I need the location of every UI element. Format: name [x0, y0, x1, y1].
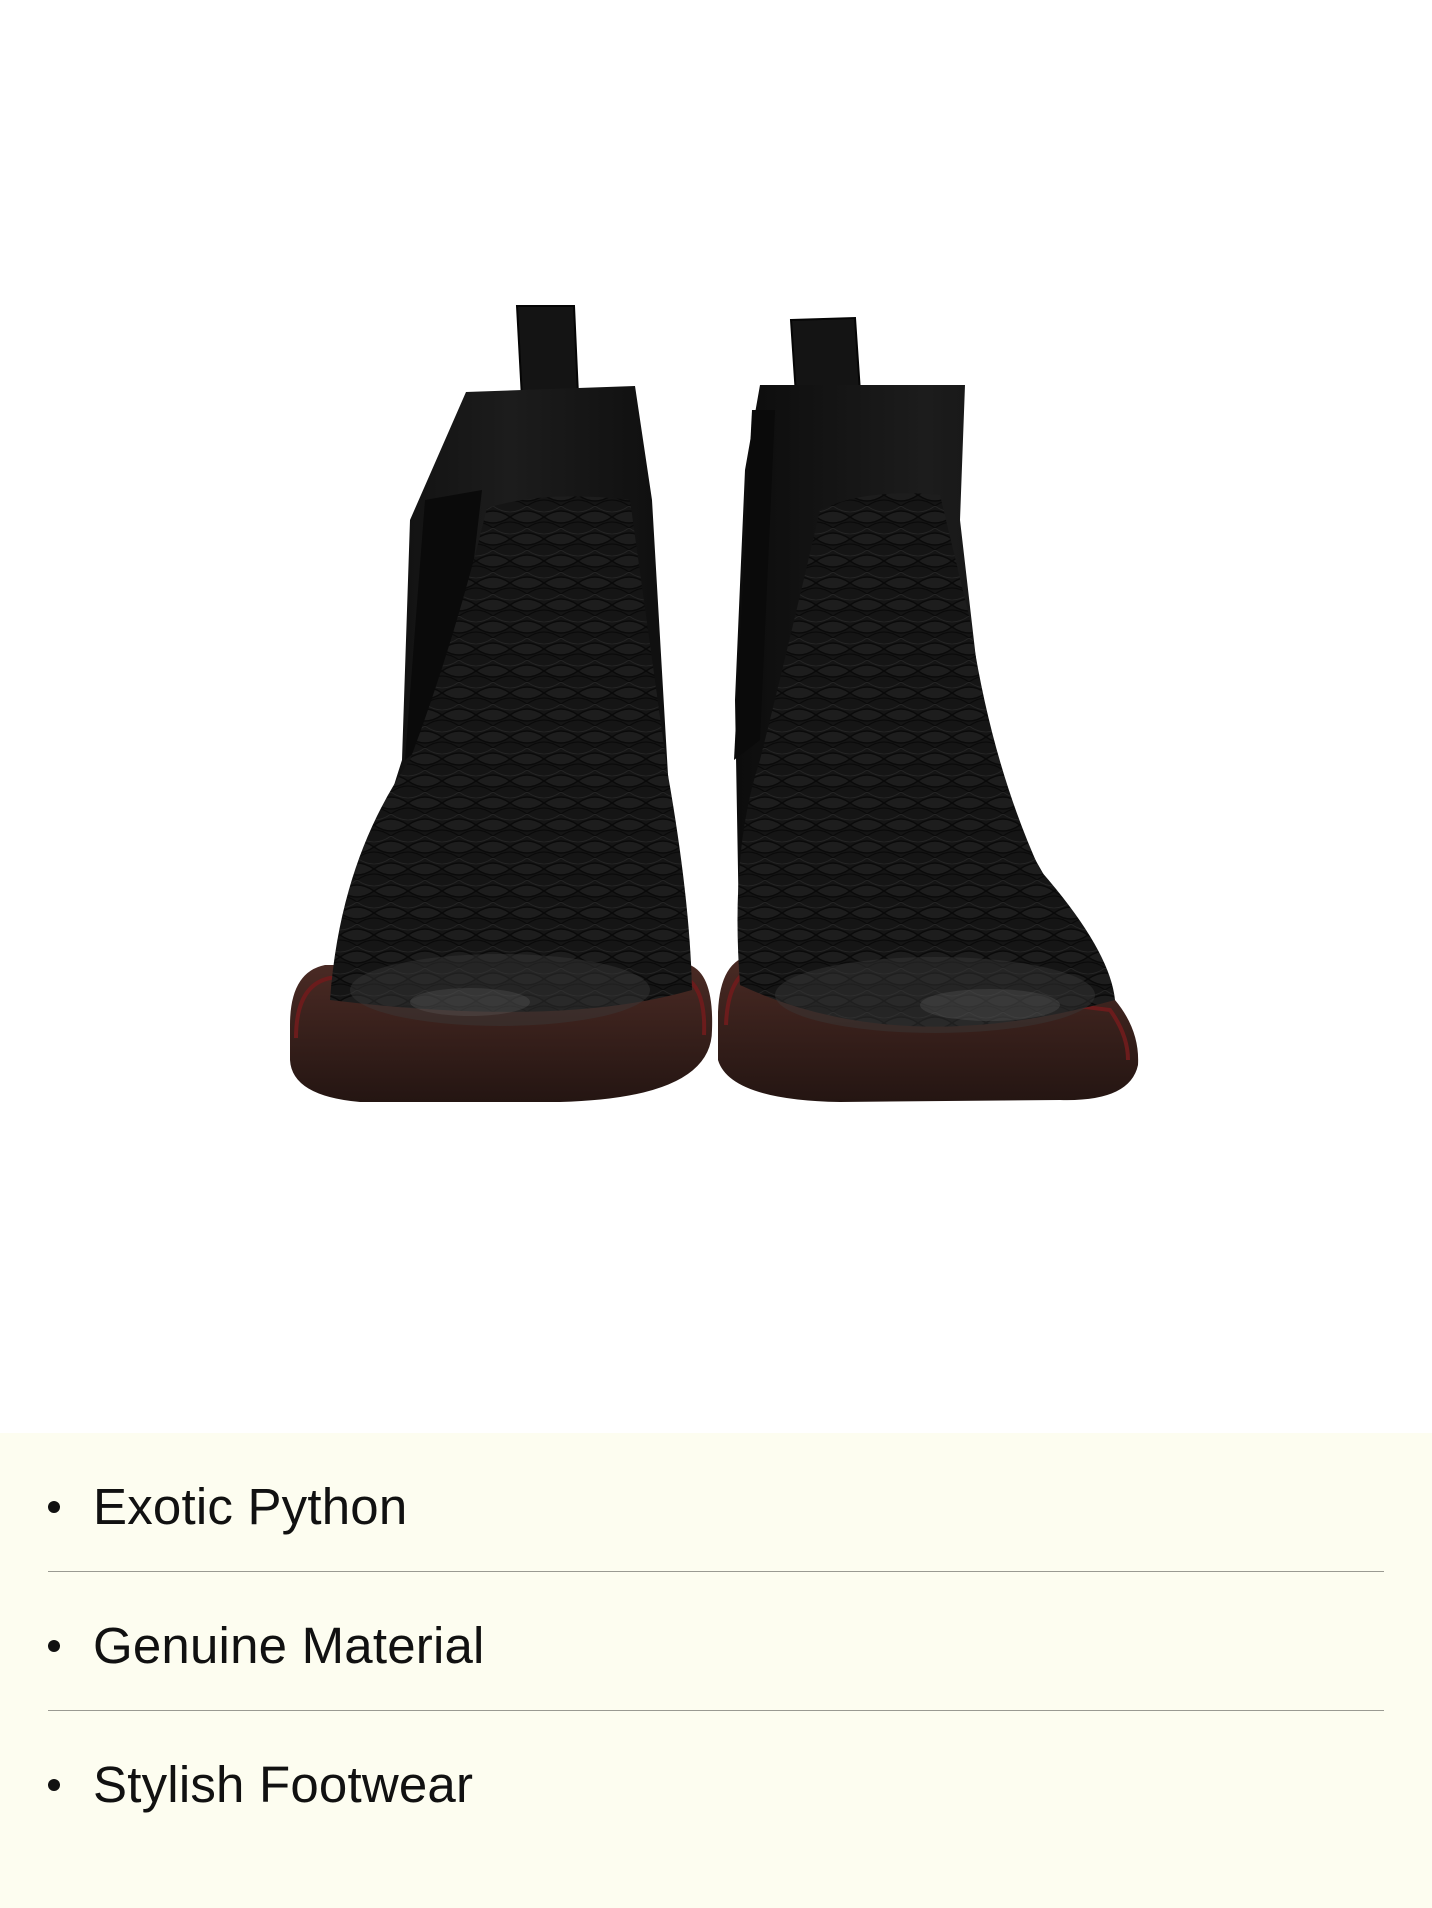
feature-item-exotic-python: Exotic Python [48, 1433, 1384, 1572]
feature-label: Stylish Footwear [93, 1756, 474, 1813]
bullet-icon [48, 1501, 60, 1513]
bullet-icon [48, 1640, 60, 1652]
feature-item-stylish-footwear: Stylish Footwear [48, 1711, 1384, 1850]
bullet-icon [48, 1779, 60, 1791]
feature-label: Genuine Material [93, 1617, 485, 1674]
left-boot [290, 305, 713, 1102]
feature-list: Exotic Python Genuine Material Stylish F… [48, 1433, 1384, 1850]
features-panel: Exotic Python Genuine Material Stylish F… [0, 1433, 1432, 1908]
feature-item-genuine-material: Genuine Material [48, 1572, 1384, 1711]
feature-label: Exotic Python [93, 1478, 408, 1535]
right-boot [718, 316, 1139, 1102]
boots-photo-icon [290, 305, 1139, 1102]
product-image [0, 0, 1432, 1433]
